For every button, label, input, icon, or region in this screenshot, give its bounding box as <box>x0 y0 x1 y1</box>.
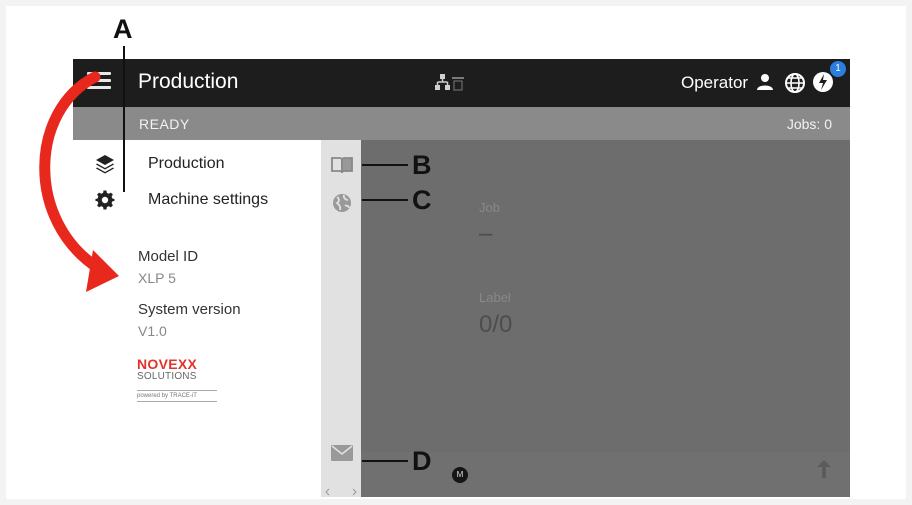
callout-a-line <box>123 46 125 192</box>
callout-d-line <box>362 460 408 462</box>
red-curved-arrow-icon <box>39 71 119 292</box>
callout-a: A <box>113 14 133 44</box>
callout-b-line <box>362 164 408 166</box>
callout-b: B <box>412 150 432 180</box>
callout-d: D <box>412 446 432 476</box>
figure-frame: Production Operator 1 READY Jobs: 0 Job … <box>0 0 912 505</box>
callout-c: C <box>412 185 432 215</box>
callout-c-line <box>362 199 408 201</box>
